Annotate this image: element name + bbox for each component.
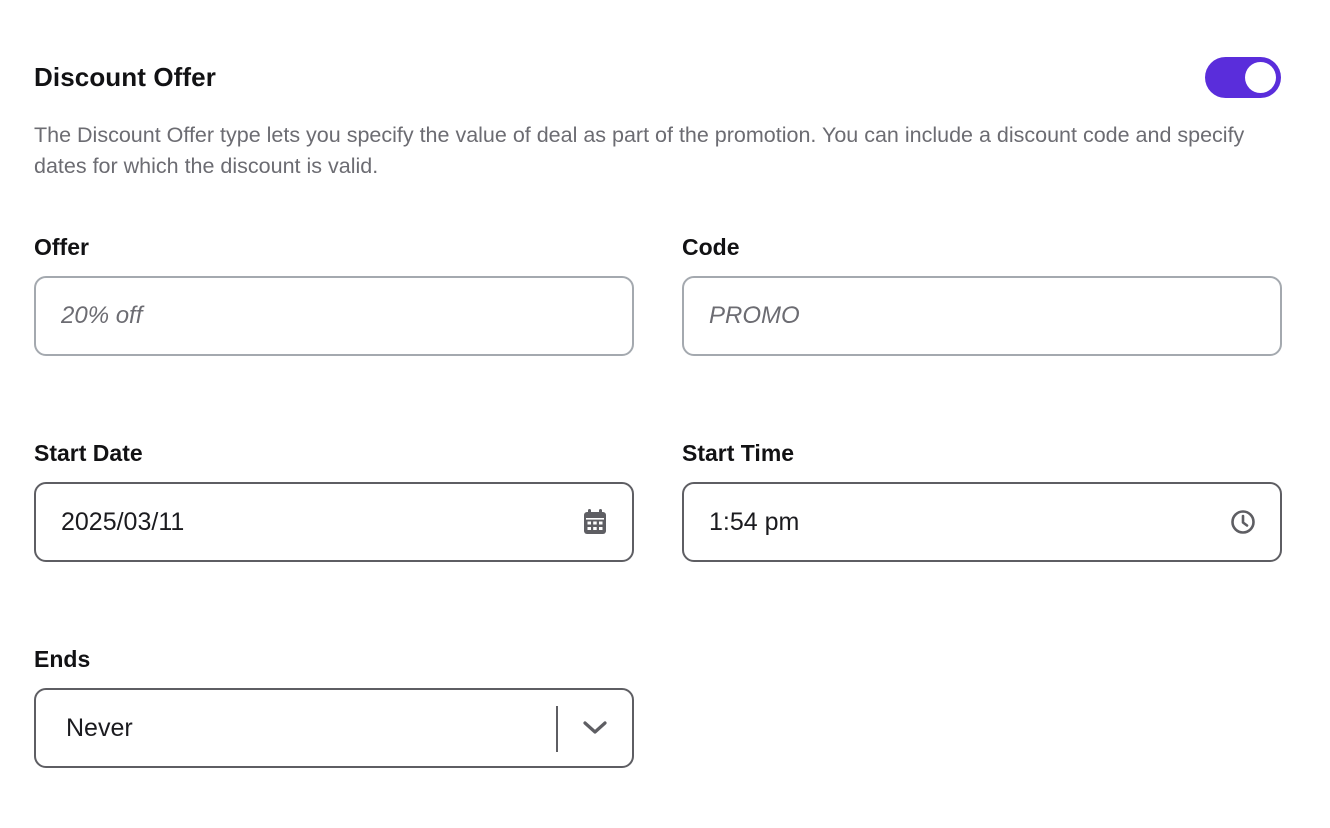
section-description: The Discount Offer type lets you specify…	[34, 123, 1245, 178]
start-date-input[interactable]: 2025/03/11	[34, 482, 634, 562]
offer-field-container	[34, 276, 634, 356]
start-time-input[interactable]: 1:54 pm	[682, 482, 1282, 562]
calendar-icon[interactable]	[582, 509, 608, 535]
section-title: Discount Offer	[34, 61, 216, 92]
ends-select[interactable]: Never	[34, 688, 634, 768]
clock-icon[interactable]	[1230, 509, 1256, 535]
chevron-down-icon[interactable]	[582, 715, 608, 741]
start-date-value: 2025/03/11	[61, 507, 185, 536]
code-field-container	[682, 276, 1282, 356]
ends-value: Never	[66, 713, 133, 742]
section-header: Discount Offer	[34, 56, 1281, 98]
ends-label: Ends	[34, 646, 91, 672]
offer-input[interactable]	[36, 278, 632, 354]
code-input[interactable]	[684, 278, 1280, 354]
discount-offer-panel: Discount Offer The Discount Offer type l…	[0, 0, 1330, 828]
code-label: Code	[682, 234, 740, 260]
start-date-label: Start Date	[34, 440, 143, 466]
start-time-label: Start Time	[682, 440, 795, 466]
offer-label: Offer	[34, 234, 89, 260]
toggle-knob	[1245, 61, 1276, 93]
discount-offer-toggle[interactable]	[1205, 56, 1281, 98]
select-divider	[556, 706, 558, 752]
start-time-value: 1:54 pm	[709, 507, 800, 536]
